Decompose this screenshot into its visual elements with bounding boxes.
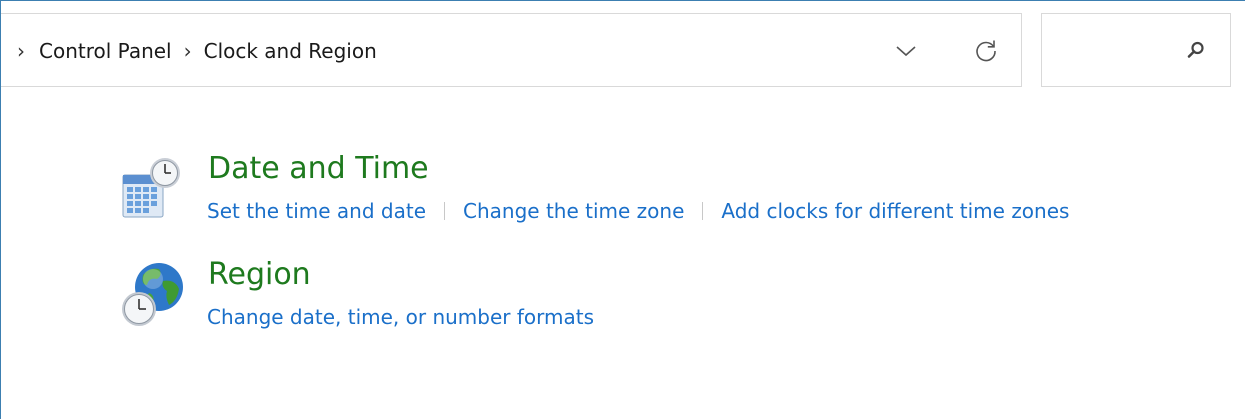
breadcrumb-clock-and-region[interactable]: Clock and Region [200, 39, 381, 63]
date-and-time-links: Set the time and date Change the time zo… [207, 197, 1069, 225]
search-icon[interactable] [1184, 38, 1208, 62]
address-bar[interactable]: › Control Panel › Clock and Region [1, 13, 1022, 87]
chevron-down-icon[interactable] [891, 36, 921, 66]
breadcrumb-chevron-icon[interactable]: › [176, 39, 200, 63]
date-and-time-title[interactable]: Date and Time [208, 149, 429, 189]
breadcrumb: › Control Panel › Clock and Region [17, 14, 381, 88]
region-links: Change date, time, or number formats [207, 303, 594, 331]
link-divider [702, 202, 704, 220]
control-panel-window: › Control Panel › Clock and Region Date … [0, 0, 1245, 419]
breadcrumb-chevron-icon[interactable]: › [17, 39, 35, 63]
search-input[interactable] [1050, 34, 1194, 68]
change-time-zone-link[interactable]: Change the time zone [463, 197, 684, 225]
add-clocks-link[interactable]: Add clocks for different time zones [721, 197, 1069, 225]
link-divider [444, 202, 446, 220]
region-globe-icon[interactable] [119, 259, 187, 331]
breadcrumb-control-panel[interactable]: Control Panel [35, 39, 176, 63]
change-formats-link[interactable]: Change date, time, or number formats [207, 303, 594, 331]
date-time-icon[interactable] [119, 153, 187, 225]
set-time-and-date-link[interactable]: Set the time and date [207, 197, 426, 225]
search-box[interactable] [1041, 13, 1231, 87]
region-title[interactable]: Region [208, 255, 311, 295]
refresh-icon[interactable] [969, 34, 1003, 68]
